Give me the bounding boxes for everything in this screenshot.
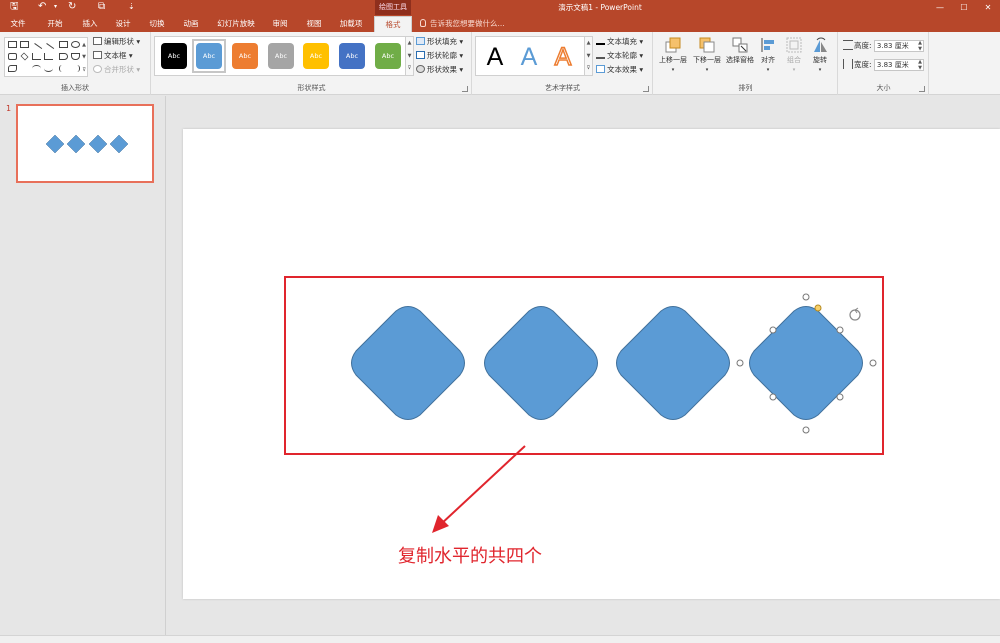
status-bar <box>0 635 1000 643</box>
resize-handle-w[interactable] <box>736 359 744 367</box>
resize-handle-e[interactable] <box>869 359 877 367</box>
annotation-caption: 复制水平的共四个 <box>398 546 542 567</box>
rotation-handle[interactable] <box>802 293 810 301</box>
diamond-shape-1[interactable] <box>351 306 465 420</box>
annotation-arrow-line <box>439 445 526 526</box>
adjust-handle[interactable] <box>814 304 822 312</box>
resize-handle-se[interactable] <box>836 393 844 401</box>
resize-handle-ne[interactable] <box>836 326 844 334</box>
rotate-handle-icon[interactable] <box>849 307 861 321</box>
resize-handle-s[interactable] <box>802 426 810 434</box>
resize-handle-sw[interactable] <box>769 393 777 401</box>
resize-handle-nw[interactable] <box>769 326 777 334</box>
diamond-shape-4-selected[interactable] <box>749 306 863 420</box>
diamond-shape-2[interactable] <box>484 306 598 420</box>
diamond-shape-3[interactable] <box>616 306 730 420</box>
